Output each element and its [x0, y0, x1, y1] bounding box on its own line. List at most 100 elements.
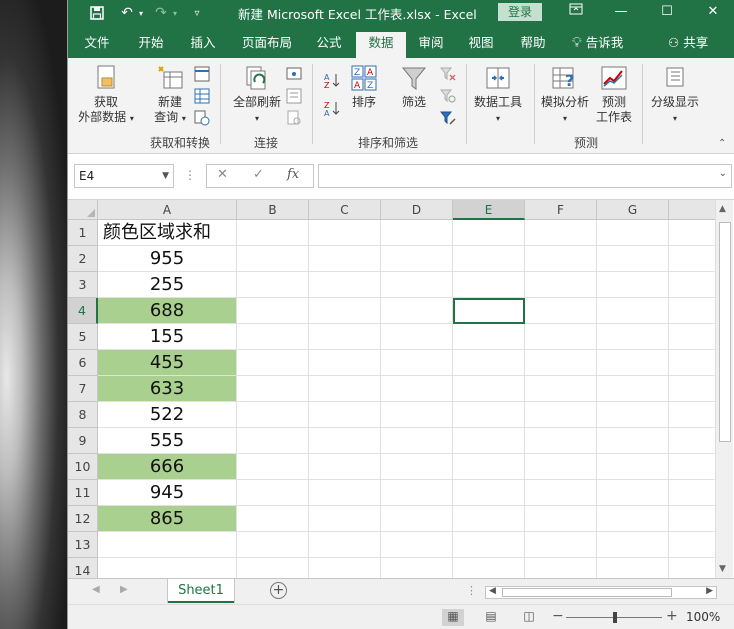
- recent-sources-icon[interactable]: [194, 110, 210, 126]
- formula-input[interactable]: ⌄: [318, 164, 732, 188]
- cell-a7[interactable]: 633: [98, 376, 237, 402]
- tab-data[interactable]: 数据: [356, 32, 406, 58]
- cell-d8[interactable]: [381, 402, 453, 428]
- cell-b13[interactable]: [237, 532, 309, 558]
- cell-e1[interactable]: [453, 220, 525, 246]
- cell-f8[interactable]: [525, 402, 597, 428]
- cell-e10[interactable]: [453, 454, 525, 480]
- scroll-up-icon[interactable]: ▲: [719, 204, 726, 214]
- cell-a3[interactable]: 255: [98, 272, 237, 298]
- cell-e7[interactable]: [453, 376, 525, 402]
- column-header-e[interactable]: E: [453, 200, 525, 220]
- column-header-f[interactable]: F: [525, 200, 597, 220]
- row-header-8[interactable]: 8: [68, 402, 98, 428]
- cell-f3[interactable]: [525, 272, 597, 298]
- scroll-down-icon[interactable]: ▼: [719, 564, 726, 574]
- vertical-scrollbar[interactable]: ▲ ▼: [715, 200, 733, 578]
- cell-e6[interactable]: [453, 350, 525, 376]
- cell-c5[interactable]: [309, 324, 381, 350]
- cell-b1[interactable]: [237, 220, 309, 246]
- horizontal-scroll-thumb[interactable]: [502, 588, 672, 597]
- name-box[interactable]: E4 ▼: [74, 164, 174, 188]
- cell-d12[interactable]: [381, 506, 453, 532]
- cell-e11[interactable]: [453, 480, 525, 506]
- cell-g13[interactable]: [597, 532, 669, 558]
- add-sheet-icon[interactable]: +: [270, 582, 287, 599]
- normal-view-icon[interactable]: ▦: [442, 609, 464, 626]
- cell-c8[interactable]: [309, 402, 381, 428]
- cell-g9[interactable]: [597, 428, 669, 454]
- forecast-sheet-button[interactable]: 预测 工作表: [594, 64, 634, 125]
- cell-g12[interactable]: [597, 506, 669, 532]
- data-tools-button[interactable]: 数据工具 ▾: [470, 64, 526, 126]
- cell-h5[interactable]: [669, 324, 719, 350]
- cell-d9[interactable]: [381, 428, 453, 454]
- formula-bar-grip-icon[interactable]: ⋮: [184, 168, 196, 182]
- cell-g1[interactable]: [597, 220, 669, 246]
- cell-b4[interactable]: [237, 298, 309, 324]
- cell-g6[interactable]: [597, 350, 669, 376]
- cancel-icon[interactable]: ✕: [217, 167, 228, 182]
- worksheet-grid[interactable]: A B C D E F G 1 颜色区域求和 2 955 3 255 4 688 5 155 6 45…: [68, 200, 734, 578]
- cell-h10[interactable]: [669, 454, 719, 480]
- cell-e4[interactable]: [453, 298, 525, 324]
- horizontal-scrollbar[interactable]: ◀ ▶: [485, 586, 717, 599]
- cell-c7[interactable]: [309, 376, 381, 402]
- row-header-1[interactable]: 1: [68, 220, 98, 246]
- cell-a2[interactable]: 955: [98, 246, 237, 272]
- outline-button[interactable]: 分级显示 ▾: [646, 64, 704, 126]
- select-all-button[interactable]: [68, 200, 98, 220]
- row-header-14[interactable]: 14: [68, 558, 98, 578]
- cell-a12[interactable]: 865: [98, 506, 237, 532]
- row-header-4[interactable]: 4: [68, 298, 98, 324]
- cell-g4[interactable]: [597, 298, 669, 324]
- column-header-a[interactable]: A: [98, 200, 237, 220]
- row-header-13[interactable]: 13: [68, 532, 98, 558]
- sort-descending-icon[interactable]: ZA: [324, 100, 340, 116]
- cell-c3[interactable]: [309, 272, 381, 298]
- cell-d11[interactable]: [381, 480, 453, 506]
- cell-f1[interactable]: [525, 220, 597, 246]
- cell-b7[interactable]: [237, 376, 309, 402]
- cell-f12[interactable]: [525, 506, 597, 532]
- cell-b6[interactable]: [237, 350, 309, 376]
- sheet-tab-sheet1[interactable]: Sheet1: [168, 579, 234, 603]
- cell-a8[interactable]: 522: [98, 402, 237, 428]
- ribbon-display-options-icon[interactable]: [561, 2, 591, 22]
- cell-d4[interactable]: [381, 298, 453, 324]
- cell-c9[interactable]: [309, 428, 381, 454]
- properties-icon[interactable]: [286, 88, 302, 104]
- cell-h7[interactable]: [669, 376, 719, 402]
- cell-c13[interactable]: [309, 532, 381, 558]
- cell-c10[interactable]: [309, 454, 381, 480]
- cell-d2[interactable]: [381, 246, 453, 272]
- connections-icon[interactable]: [286, 66, 302, 82]
- cell-b10[interactable]: [237, 454, 309, 480]
- what-if-analysis-button[interactable]: ? 模拟分析 ▾: [538, 64, 592, 126]
- cell-b8[interactable]: [237, 402, 309, 428]
- cell-c12[interactable]: [309, 506, 381, 532]
- next-sheet-icon[interactable]: ▶: [120, 584, 128, 595]
- expand-formula-icon[interactable]: ⌄: [719, 168, 727, 179]
- clear-filter-icon[interactable]: [440, 66, 456, 82]
- cell-a4[interactable]: 688: [98, 298, 237, 324]
- get-external-data-button[interactable]: 获取 外部数据 ▾: [74, 64, 138, 126]
- column-header-g[interactable]: G: [597, 200, 669, 220]
- column-header-d[interactable]: D: [381, 200, 453, 220]
- cell-h4[interactable]: [669, 298, 719, 324]
- cell-g10[interactable]: [597, 454, 669, 480]
- show-queries-icon[interactable]: [194, 66, 210, 82]
- tab-view[interactable]: 视图: [464, 32, 498, 58]
- cell-h3[interactable]: [669, 272, 719, 298]
- reapply-filter-icon[interactable]: [440, 88, 456, 104]
- tab-file[interactable]: 文件: [80, 32, 114, 58]
- close-icon[interactable]: ✕: [698, 2, 728, 22]
- zoom-level[interactable]: 100%: [686, 610, 720, 624]
- tab-split-grip-icon[interactable]: ⋮: [466, 584, 477, 597]
- cell-d7[interactable]: [381, 376, 453, 402]
- sort-ascending-icon[interactable]: AZ: [324, 72, 340, 88]
- cell-d6[interactable]: [381, 350, 453, 376]
- cell-g11[interactable]: [597, 480, 669, 506]
- row-header-2[interactable]: 2: [68, 246, 98, 272]
- save-icon[interactable]: [86, 3, 108, 23]
